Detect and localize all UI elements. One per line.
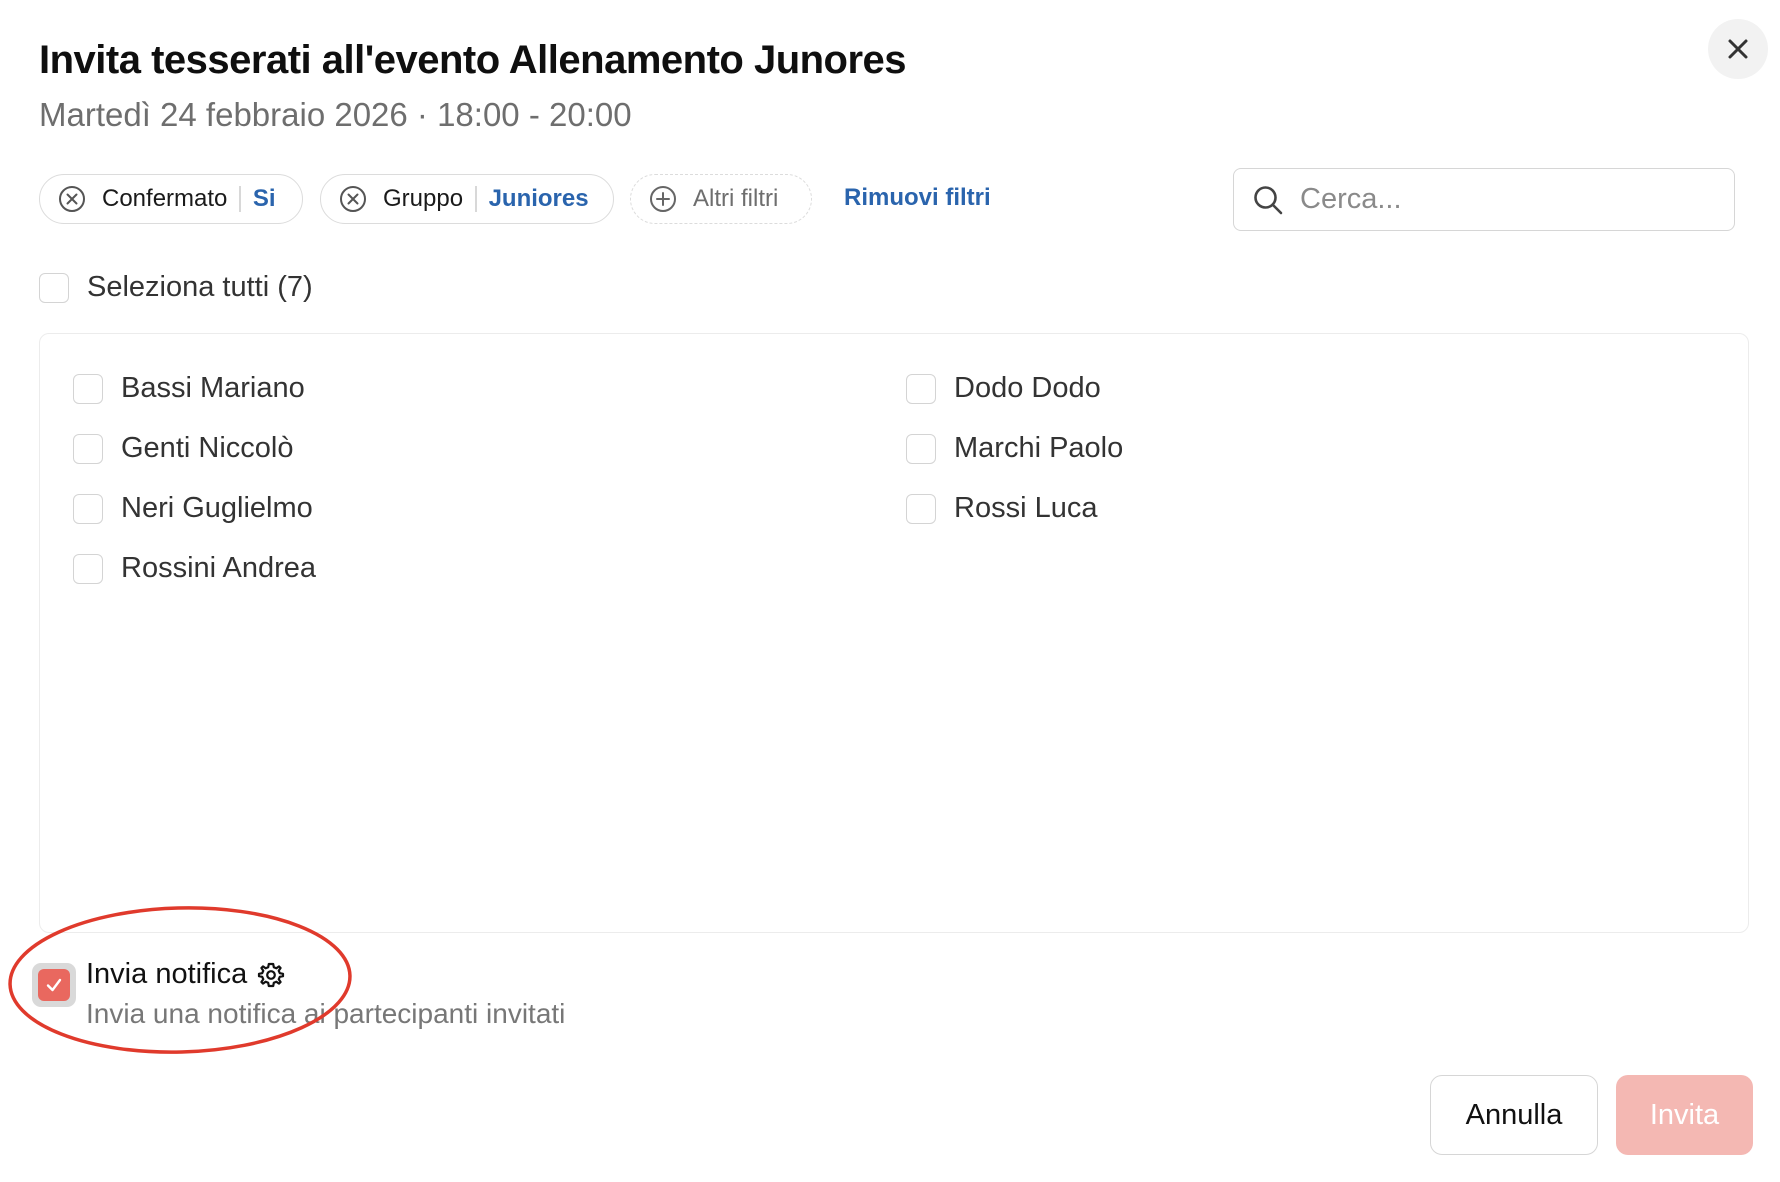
list-item[interactable]: Neri Guglielmo	[73, 492, 313, 525]
remove-filter-icon[interactable]	[339, 185, 367, 213]
select-all-checkbox[interactable]	[39, 272, 69, 303]
invite-button[interactable]: Invita	[1616, 1075, 1753, 1155]
member-checkbox[interactable]	[73, 373, 103, 404]
member-checkbox[interactable]	[73, 433, 103, 464]
member-checkbox[interactable]	[73, 553, 103, 584]
cancel-button[interactable]: Annulla	[1430, 1075, 1598, 1155]
send-notification-option: Invia notifica Invia una notifica ai par…	[32, 958, 622, 1029]
filter-chip-value: Juniores	[488, 185, 589, 212]
chip-divider	[475, 186, 477, 212]
member-name: Genti Niccolò	[121, 432, 294, 464]
more-filters-label: Altri filtri	[693, 185, 779, 212]
filter-chip-label: Gruppo	[383, 185, 464, 212]
select-all[interactable]: Seleziona tutti (7)	[39, 271, 313, 304]
search-input[interactable]	[1298, 182, 1722, 217]
list-item[interactable]: Marchi Paolo	[906, 432, 1123, 465]
member-checkbox[interactable]	[73, 493, 103, 524]
member-name: Rossini Andrea	[121, 552, 317, 584]
list-item[interactable]: Rossini Andrea	[73, 552, 316, 585]
filter-chip-gruppo[interactable]: Gruppo Juniores	[320, 174, 614, 224]
close-icon	[1727, 38, 1749, 60]
remove-filters-link[interactable]: Rimuovi filtri	[844, 184, 991, 212]
member-name: Rossi Luca	[954, 492, 1098, 524]
member-checkbox[interactable]	[906, 373, 936, 404]
send-notification-description: Invia una notifica ai partecipanti invit…	[86, 998, 566, 1029]
list-item[interactable]: Genti Niccolò	[73, 432, 293, 465]
member-list: Bassi Mariano Dodo Dodo Genti Niccolò Ma…	[39, 333, 1749, 933]
member-name: Marchi Paolo	[954, 432, 1124, 464]
checkbox-fill	[38, 969, 70, 1001]
close-button[interactable]	[1708, 19, 1768, 79]
filter-chip-label: Confermato	[102, 185, 228, 212]
search-box[interactable]	[1233, 168, 1735, 231]
send-notification-checkbox[interactable]	[32, 963, 76, 1007]
event-datetime: Martedì 24 febbraio 2026 · 18:00 - 20:00	[39, 96, 632, 133]
filter-chip-confermato[interactable]: Confermato Si	[39, 174, 303, 224]
search-icon	[1252, 184, 1284, 216]
dialog-title: Invita tesserati all'evento Allenamento …	[39, 38, 907, 82]
member-checkbox[interactable]	[906, 433, 936, 464]
checkmark-icon	[44, 975, 64, 995]
list-item[interactable]: Rossi Luca	[906, 492, 1097, 525]
send-notification-label: Invia notifica	[86, 958, 248, 990]
gear-icon[interactable]	[257, 961, 285, 989]
member-name: Dodo Dodo	[954, 372, 1101, 404]
filter-chip-value: Si	[252, 185, 276, 212]
member-name: Bassi Mariano	[121, 372, 305, 404]
add-filter-icon	[649, 185, 677, 213]
send-notification-title: Invia notifica	[86, 958, 285, 991]
list-item[interactable]: Dodo Dodo	[906, 372, 1101, 405]
member-checkbox[interactable]	[906, 493, 936, 524]
chip-divider	[239, 186, 241, 212]
invite-dialog: Invita tesserati all'evento Allenamento …	[0, 0, 1780, 1182]
more-filters-button[interactable]: Altri filtri	[630, 174, 812, 224]
member-name: Neri Guglielmo	[121, 492, 313, 524]
select-all-label: Seleziona tutti (7)	[87, 271, 313, 303]
remove-filter-icon[interactable]	[58, 185, 86, 213]
list-item[interactable]: Bassi Mariano	[73, 372, 305, 405]
